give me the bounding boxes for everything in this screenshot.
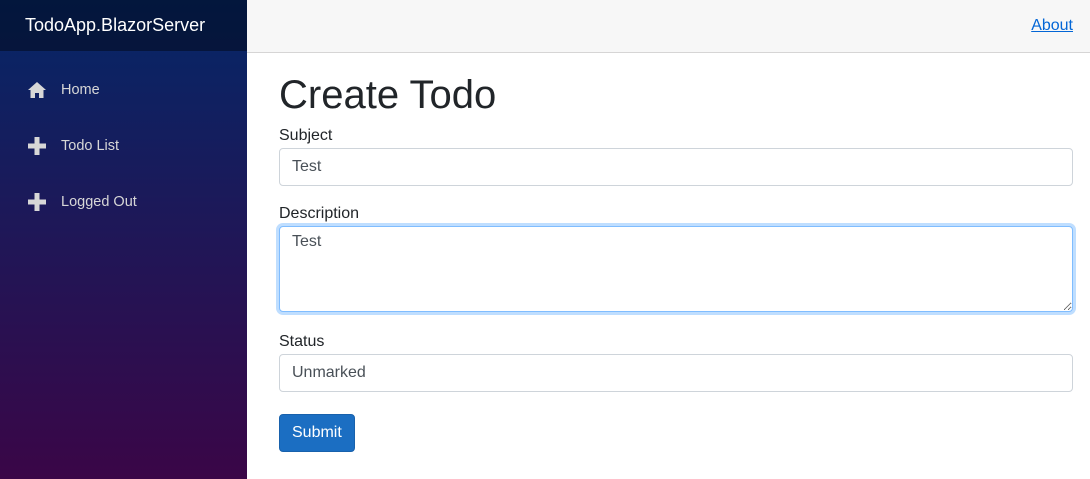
sidebar-item-todo-list: Todo List	[0, 120, 247, 176]
description-label: Description	[279, 205, 360, 222]
plus-icon	[28, 137, 46, 155]
page-title: Create Todo	[279, 73, 497, 117]
status-label: Status	[279, 333, 325, 350]
description-textarea[interactable]: Test	[279, 226, 1073, 312]
status-group: Status	[279, 330, 1073, 392]
main-area: About Create Todo Subject Description Te…	[247, 0, 1090, 479]
sidebar-nav: Home Todo List Logged Out	[0, 51, 247, 232]
subject-label: Subject	[279, 127, 333, 144]
brand-bar: TodoApp.BlazorServer	[0, 0, 247, 51]
sidebar-item-label: Home	[61, 82, 100, 98]
sidebar-link-logged-out[interactable]: Logged Out	[16, 176, 231, 228]
create-todo-form: Subject Description Test Status Submit	[279, 124, 1073, 452]
status-input[interactable]	[279, 354, 1073, 392]
brand-link[interactable]: TodoApp.BlazorServer	[25, 15, 205, 36]
content: Create Todo Subject Description Test Sta…	[247, 53, 1090, 452]
sidebar: TodoApp.BlazorServer Home Todo List Logg…	[0, 0, 247, 479]
app-root: TodoApp.BlazorServer Home Todo List Logg…	[0, 0, 1090, 479]
description-group: Description Test	[279, 202, 1073, 312]
sidebar-item-label: Logged Out	[61, 194, 137, 210]
plus-icon	[28, 193, 46, 211]
subject-group: Subject	[279, 124, 1073, 186]
subject-input[interactable]	[279, 148, 1073, 186]
sidebar-link-todo-list[interactable]: Todo List	[16, 120, 231, 172]
home-icon	[28, 81, 46, 99]
sidebar-item-logged-out: Logged Out	[0, 176, 247, 232]
sidebar-item-label: Todo List	[61, 138, 120, 154]
sidebar-item-home: Home	[0, 64, 247, 120]
about-link[interactable]: About	[1031, 17, 1073, 35]
submit-button[interactable]: Submit	[279, 414, 355, 452]
top-row: About	[247, 0, 1090, 53]
sidebar-link-home[interactable]: Home	[16, 64, 231, 116]
